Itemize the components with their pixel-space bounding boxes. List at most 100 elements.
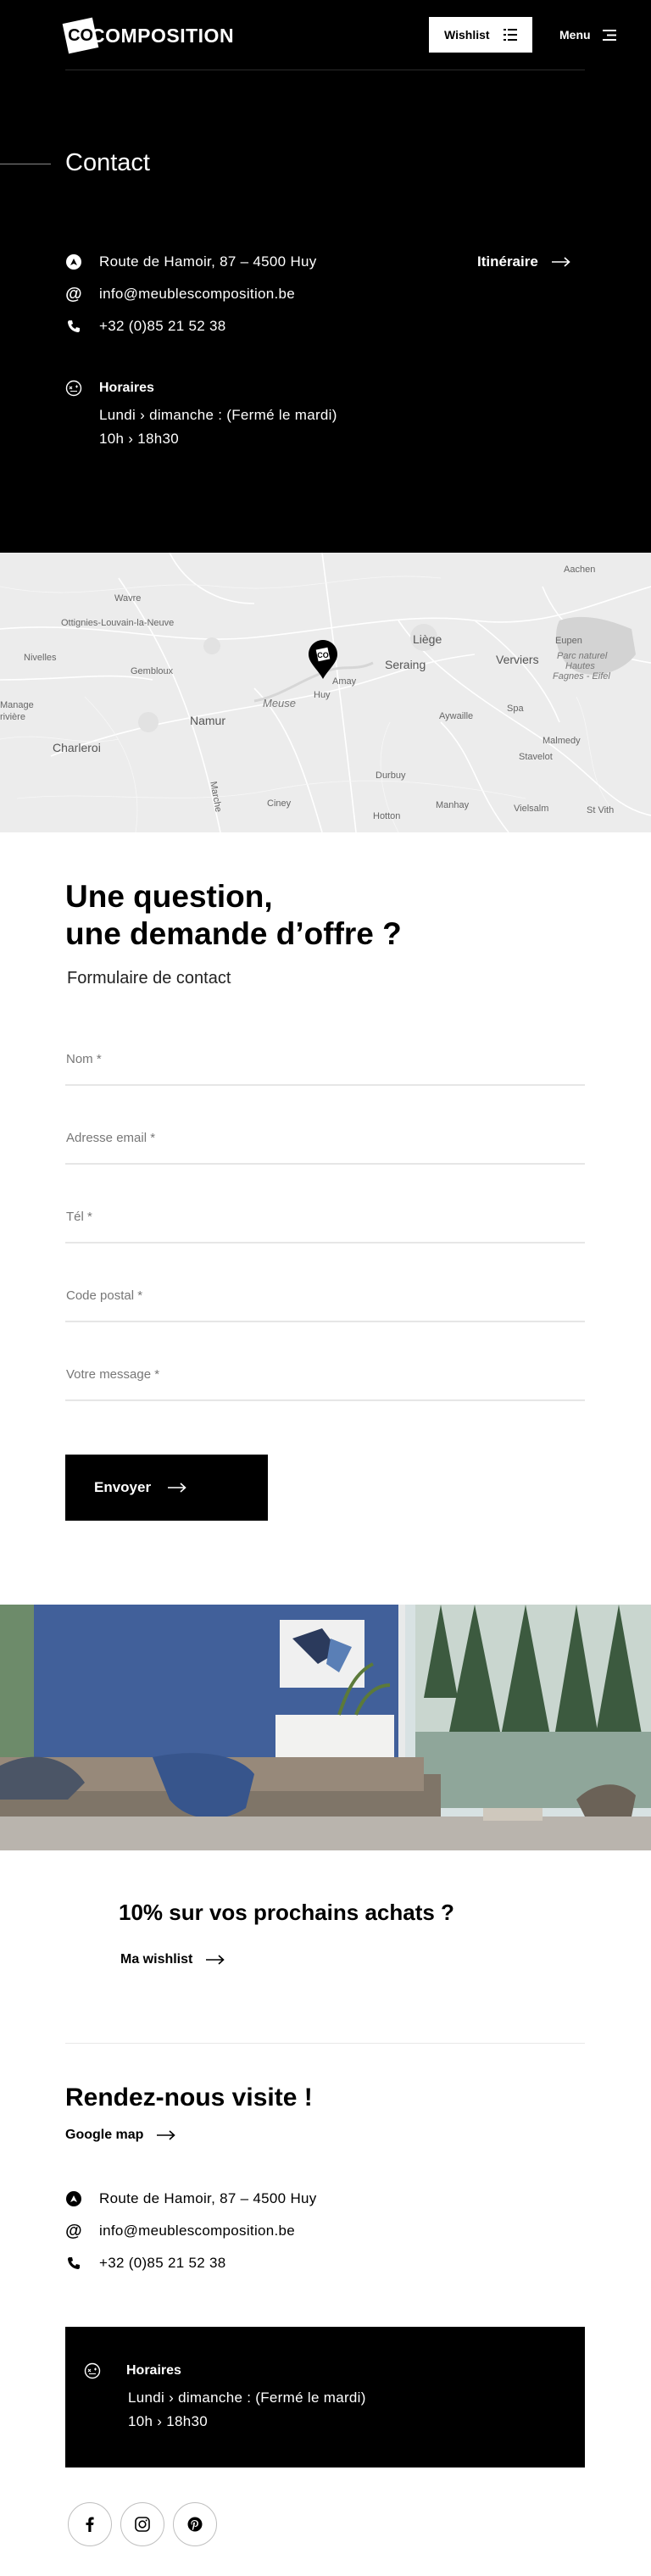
location-icon: [65, 2190, 82, 2207]
map-label: Ottignies-Louvain-la-Neuve: [61, 618, 175, 628]
arrow-right-icon: [206, 1955, 225, 1965]
map-label: Aywaille: [439, 711, 474, 721]
promo-title: 10% sur vos prochains achats ?: [119, 1900, 454, 1925]
itinerary-label: Itinéraire: [477, 253, 538, 270]
map-label: Spa: [507, 704, 524, 714]
postal-code-field-label: Code postal *: [66, 1288, 143, 1303]
pinterest-link[interactable]: [173, 2502, 217, 2546]
hamburger-icon: [602, 29, 616, 41]
map-label: Vielsalm: [514, 804, 549, 814]
email-field-label: Adresse email *: [66, 1131, 156, 1145]
postal-code-field[interactable]: Code postal *: [65, 1271, 585, 1322]
hours-days: Lundi › dimanche : (Fermé le mardi): [99, 407, 337, 423]
visit-phone-row[interactable]: +32 (0)85 21 52 38: [65, 2255, 226, 2272]
wishlist-button[interactable]: Wishlist: [429, 17, 532, 53]
visit-title: Rendez-nous visite !: [65, 2084, 313, 2111]
phone-field[interactable]: Tél *: [65, 1193, 585, 1243]
address-text: Route de Hamoir, 87 – 4500 Huy: [99, 253, 317, 270]
opening-hours: Horaires Lundi › dimanche : (Fermé le ma…: [65, 380, 337, 448]
logo-letters: CO: [68, 25, 93, 45]
map-label: Gembloux: [131, 666, 174, 676]
phone-row[interactable]: +32 (0)85 21 52 38: [65, 318, 226, 335]
map-label: Nivelles: [24, 653, 57, 663]
svg-text:CO: CO: [317, 651, 329, 659]
location-map[interactable]: Aachen Wavre Ottignies-Louvain-la-Neuve …: [0, 553, 651, 832]
itinerary-link[interactable]: Itinéraire: [477, 253, 570, 270]
message-field-label: Votre message *: [66, 1367, 160, 1382]
map-label: Manhay: [436, 800, 470, 810]
phone-link[interactable]: +32 (0)85 21 52 38: [99, 318, 226, 335]
logo-mark: CO: [62, 17, 99, 54]
page-title: Contact: [65, 149, 150, 176]
visit-email-row[interactable]: @ info@meublescomposition.be: [65, 2222, 295, 2240]
map-label: Malmedy: [542, 736, 581, 746]
map-label: Huy: [314, 690, 331, 700]
arrow-right-icon: [168, 1483, 186, 1493]
facebook-icon: [86, 2517, 94, 2532]
map-label: Fagnes - Eifel: [553, 671, 610, 682]
location-icon-circle: [66, 2191, 81, 2206]
form-title-line1: Une question,: [65, 879, 273, 914]
phone-icon: [65, 2255, 82, 2272]
visit-phone-link[interactable]: +32 (0)85 21 52 38: [99, 2255, 226, 2272]
map-label: Charleroi: [53, 741, 101, 754]
visit-hours-label: Horaires: [126, 2363, 181, 2378]
hours-label: Horaires: [99, 381, 154, 395]
map-pin-icon[interactable]: CO: [308, 639, 338, 680]
phone-glyph: [68, 320, 80, 332]
section-divider: [65, 2043, 585, 2044]
google-map-link[interactable]: Google map: [65, 2128, 176, 2143]
visit-address-text: Route de Hamoir, 87 – 4500 Huy: [99, 2190, 317, 2206]
clock-icon: [65, 380, 82, 397]
email-link[interactable]: info@meublescomposition.be: [99, 286, 295, 303]
map-label: Hautes: [565, 661, 595, 671]
clock-icon: [84, 2362, 101, 2379]
list-icon: [504, 29, 517, 41]
arrow-right-icon: [551, 257, 570, 267]
pinterest-icon: [187, 2517, 203, 2532]
facebook-link[interactable]: [68, 2502, 112, 2546]
form-title-line2: une demande d’offre ?: [65, 916, 402, 951]
menu-button[interactable]: Menu: [559, 24, 616, 46]
submit-button[interactable]: Envoyer: [65, 1455, 268, 1521]
map-label: Hotton: [373, 811, 401, 821]
map-label: Liège: [413, 632, 442, 646]
contact-hero: CO COMPOSITION Wishlist Menu Contact Rou…: [0, 0, 651, 553]
map-label: Stavelot: [519, 752, 553, 762]
map-label: Eupen: [555, 636, 582, 646]
google-map-label: Google map: [65, 2128, 144, 2142]
map-label: Aachen: [564, 565, 596, 575]
visit-opening-hours: Horaires Lundi › dimanche : (Fermé le ma…: [65, 2327, 585, 2468]
visit-email-link[interactable]: info@meublescomposition.be: [99, 2223, 295, 2239]
social-links: [68, 2502, 217, 2546]
wishlist-button-label: Wishlist: [444, 28, 490, 42]
map-label: Ciney: [267, 798, 292, 809]
hours-time: 10h › 18h30: [99, 431, 180, 447]
logo-text: COMPOSITION: [91, 24, 235, 47]
visit-address-row: Route de Hamoir, 87 – 4500 Huy: [65, 2190, 317, 2207]
location-icon-circle: [66, 254, 81, 270]
bedroom-illustration: [0, 1605, 651, 1850]
map-label: St Vith: [587, 805, 615, 815]
email-row[interactable]: @ info@meublescomposition.be: [65, 284, 295, 303]
menu-button-label: Menu: [559, 28, 591, 42]
at-icon: @: [65, 284, 82, 303]
map-label: Namur: [190, 714, 226, 727]
email-field[interactable]: Adresse email *: [65, 1114, 585, 1165]
map-label: rivière: [0, 712, 25, 722]
wishlist-link[interactable]: Ma wishlist: [120, 1952, 225, 1967]
phone-field-label: Tél *: [66, 1210, 92, 1224]
phone-icon: [65, 318, 82, 335]
name-field[interactable]: Nom *: [65, 1035, 585, 1086]
visit-hours-time: 10h › 18h30: [128, 2413, 209, 2429]
map-label: Durbuy: [376, 771, 406, 781]
submit-button-label: Envoyer: [94, 1479, 152, 1495]
message-field[interactable]: Votre message *: [65, 1350, 585, 1401]
brand-logo[interactable]: CO COMPOSITION: [62, 17, 235, 54]
form-subtitle: Formulaire de contact: [67, 969, 231, 988]
form-title: Une question, une demande d’offre ?: [65, 878, 402, 953]
bedroom-photo: [0, 1605, 651, 1850]
instagram-link[interactable]: [120, 2502, 164, 2546]
map-label: Meuse: [263, 697, 297, 709]
phone-glyph: [68, 2257, 80, 2269]
